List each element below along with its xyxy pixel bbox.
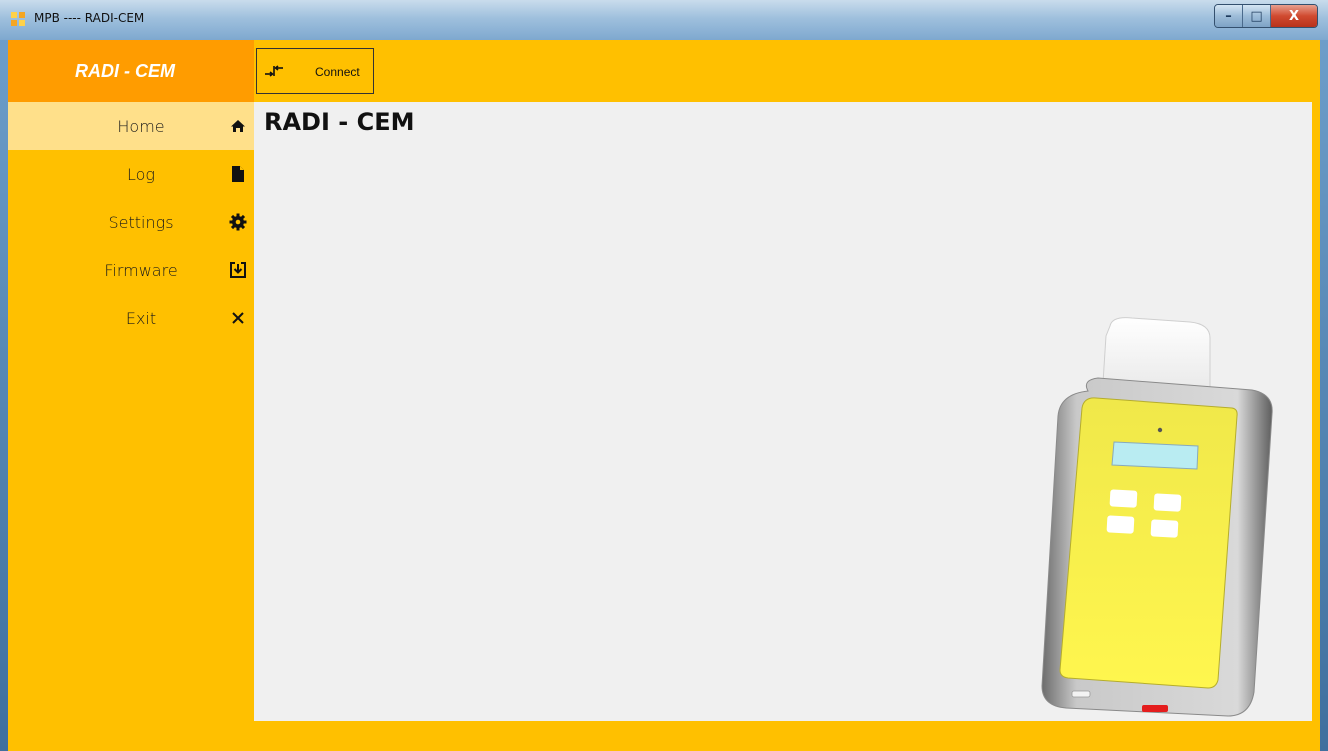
sidebar-item-exit[interactable]: Exit — [8, 294, 254, 342]
close-window-button[interactable]: X — [1271, 5, 1317, 27]
window-title: MPB ---- RADI-CEM — [34, 11, 145, 25]
sidebar-item-home[interactable]: Home — [8, 102, 254, 150]
page-title: RADI - CEM — [264, 108, 415, 136]
connect-arrows-icon — [263, 63, 285, 79]
gear-icon — [228, 212, 248, 232]
brand-title: RADI - CEM — [75, 60, 175, 81]
app-icon — [11, 12, 27, 28]
sidebar-item-label: Home — [117, 116, 165, 136]
minimize-button[interactable]: – — [1215, 5, 1243, 27]
file-icon — [228, 164, 248, 184]
main-content: RADI - CEM — [254, 102, 1312, 721]
close-icon — [228, 308, 248, 328]
sidebar-brand: RADI - CEM — [8, 40, 254, 102]
connect-label: Connect — [315, 65, 360, 79]
client-area: RADI - CEM Home Log Settings Firmware Ex… — [8, 40, 1320, 751]
connect-button[interactable]: Connect — [256, 48, 374, 94]
sidebar-item-log[interactable]: Log — [8, 150, 254, 198]
home-icon — [228, 116, 248, 136]
sidebar: RADI - CEM Home Log Settings Firmware Ex… — [8, 40, 254, 751]
title-bar[interactable]: MPB ---- RADI-CEM – □ X — [0, 0, 1328, 40]
sidebar-item-settings[interactable]: Settings — [8, 198, 254, 246]
status-bar — [8, 721, 1320, 751]
download-box-icon — [228, 260, 248, 280]
app-window: MPB ---- RADI-CEM – □ X RADI - CEM Home … — [0, 0, 1328, 751]
sidebar-item-firmware[interactable]: Firmware — [8, 246, 254, 294]
device-image — [1041, 317, 1273, 717]
sidebar-item-label: Exit — [125, 308, 157, 328]
sidebar-item-label: Settings — [108, 212, 174, 232]
sidebar-item-label: Log — [126, 164, 156, 184]
maximize-button[interactable]: □ — [1243, 5, 1271, 27]
sidebar-item-label: Firmware — [104, 260, 178, 280]
window-controls: – □ X — [1214, 4, 1318, 28]
